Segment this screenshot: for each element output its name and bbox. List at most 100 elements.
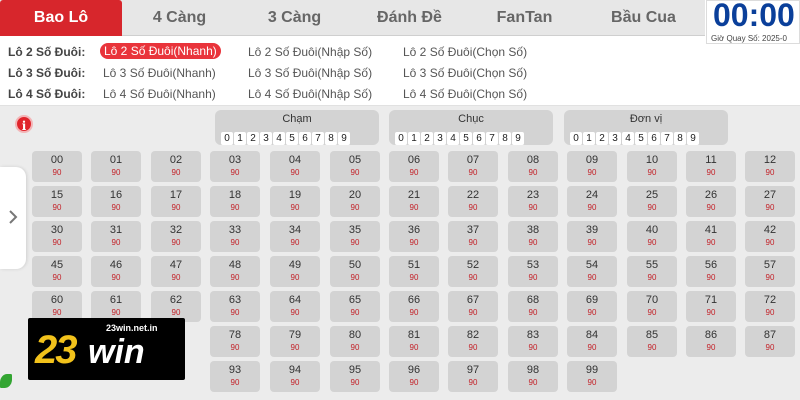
bet-option[interactable]: Lô 3 Số Đuôi(Nhanh) [103,66,216,80]
number-cell[interactable]: 81 90 [389,326,439,357]
number-cell[interactable]: 97 90 [448,361,498,392]
digit-button[interactable]: 7 [661,132,673,145]
number-cell[interactable]: 70 90 [627,291,677,322]
number-cell[interactable]: 55 90 [627,256,677,287]
number-cell[interactable]: 21 90 [389,186,439,217]
number-cell[interactable]: 66 90 [389,291,439,322]
tab-4-cang[interactable]: 4 Càng [122,0,237,36]
number-cell[interactable]: 85 90 [627,326,677,357]
number-cell[interactable]: 17 90 [151,186,201,217]
number-cell[interactable]: 32 90 [151,221,201,252]
number-cell[interactable]: 48 90 [210,256,260,287]
digit-button[interactable]: 4 [447,132,459,145]
number-cell[interactable]: 64 90 [270,291,320,322]
number-cell[interactable]: 49 90 [270,256,320,287]
number-cell[interactable]: 35 90 [330,221,380,252]
number-cell[interactable]: 04 90 [270,151,320,182]
tab-danh-de[interactable]: Đánh Đề [352,0,467,36]
tab-fantan[interactable]: FanTan [467,0,582,36]
bet-option-selected[interactable]: Lô 2 Số Đuôi(Nhanh) [100,43,221,59]
number-cell[interactable]: 96 90 [389,361,439,392]
number-cell[interactable]: 69 90 [567,291,617,322]
side-toggle-button[interactable] [0,167,26,269]
number-cell[interactable]: 37 90 [448,221,498,252]
digit-button[interactable]: 2 [247,132,259,145]
number-cell[interactable]: 42 90 [745,221,795,252]
digit-button[interactable]: 6 [473,132,485,145]
digit-button[interactable]: 1 [408,132,420,145]
digit-button[interactable]: 4 [273,132,285,145]
number-cell[interactable]: 09 90 [567,151,617,182]
number-cell[interactable]: 50 90 [330,256,380,287]
number-cell[interactable]: 54 90 [567,256,617,287]
number-cell[interactable]: 36 90 [389,221,439,252]
number-cell[interactable]: 79 90 [270,326,320,357]
number-cell[interactable]: 23 90 [508,186,558,217]
digit-button[interactable]: 0 [221,132,233,145]
number-cell[interactable]: 16 90 [91,186,141,217]
number-cell[interactable]: 41 90 [686,221,736,252]
bet-option[interactable]: Lô 3 Số Đuôi(Chọn Số) [403,66,527,80]
number-cell[interactable]: 86 90 [686,326,736,357]
tab-bau-cua[interactable]: Bầu Cua [582,0,705,36]
digit-button[interactable]: 3 [434,132,446,145]
number-cell[interactable]: 19 90 [270,186,320,217]
bet-option[interactable]: Lô 4 Số Đuôi(Chọn Số) [403,87,527,101]
digit-button[interactable]: 5 [286,132,298,145]
digit-button[interactable]: 2 [596,132,608,145]
number-cell[interactable]: 52 90 [448,256,498,287]
number-cell[interactable]: 47 90 [151,256,201,287]
number-cell[interactable]: 45 90 [32,256,82,287]
digit-button[interactable]: 1 [234,132,246,145]
number-cell[interactable]: 12 90 [745,151,795,182]
digit-button[interactable]: 7 [312,132,324,145]
number-cell[interactable]: 72 90 [745,291,795,322]
tab-3-cang[interactable]: 3 Càng [237,0,352,36]
number-cell[interactable]: 31 90 [91,221,141,252]
number-cell[interactable]: 03 90 [210,151,260,182]
number-cell[interactable]: 98 90 [508,361,558,392]
number-cell[interactable]: 24 90 [567,186,617,217]
number-cell[interactable]: 05 90 [330,151,380,182]
number-cell[interactable]: 78 90 [210,326,260,357]
number-cell[interactable]: 27 90 [745,186,795,217]
number-cell[interactable]: 18 90 [210,186,260,217]
number-cell[interactable]: 10 90 [627,151,677,182]
digit-button[interactable]: 5 [460,132,472,145]
bet-option[interactable]: Lô 4 Số Đuôi(Nhập Số) [248,87,372,101]
number-cell[interactable]: 01 90 [91,151,141,182]
number-cell[interactable]: 26 90 [686,186,736,217]
digit-button[interactable]: 0 [570,132,582,145]
bet-option[interactable]: Lô 4 Số Đuôi(Nhanh) [103,87,216,101]
number-cell[interactable]: 02 90 [151,151,201,182]
info-icon[interactable]: i [15,115,33,133]
bet-option[interactable]: Lô 2 Số Đuôi(Nhập Số) [248,45,372,59]
number-cell[interactable]: 40 90 [627,221,677,252]
digit-button[interactable]: 8 [499,132,511,145]
number-cell[interactable]: 11 90 [686,151,736,182]
number-cell[interactable]: 15 90 [32,186,82,217]
digit-button[interactable]: 2 [421,132,433,145]
number-cell[interactable]: 51 90 [389,256,439,287]
number-cell[interactable]: 38 90 [508,221,558,252]
number-cell[interactable]: 94 90 [270,361,320,392]
number-cell[interactable]: 39 90 [567,221,617,252]
number-cell[interactable]: 06 90 [389,151,439,182]
digit-button[interactable]: 3 [609,132,621,145]
number-cell[interactable]: 80 90 [330,326,380,357]
number-cell[interactable]: 33 90 [210,221,260,252]
digit-button[interactable]: 3 [260,132,272,145]
number-cell[interactable]: 71 90 [686,291,736,322]
number-cell[interactable]: 34 90 [270,221,320,252]
number-cell[interactable]: 82 90 [448,326,498,357]
digit-button[interactable]: 6 [648,132,660,145]
number-cell[interactable]: 57 90 [745,256,795,287]
number-cell[interactable]: 07 90 [448,151,498,182]
bet-option[interactable]: Lô 2 Số Đuôi(Chọn Số) [403,45,527,59]
number-cell[interactable]: 08 90 [508,151,558,182]
number-cell[interactable]: 68 90 [508,291,558,322]
digit-button[interactable]: 9 [338,132,350,145]
digit-button[interactable]: 9 [512,132,524,145]
number-cell[interactable]: 22 90 [448,186,498,217]
number-cell[interactable]: 25 90 [627,186,677,217]
